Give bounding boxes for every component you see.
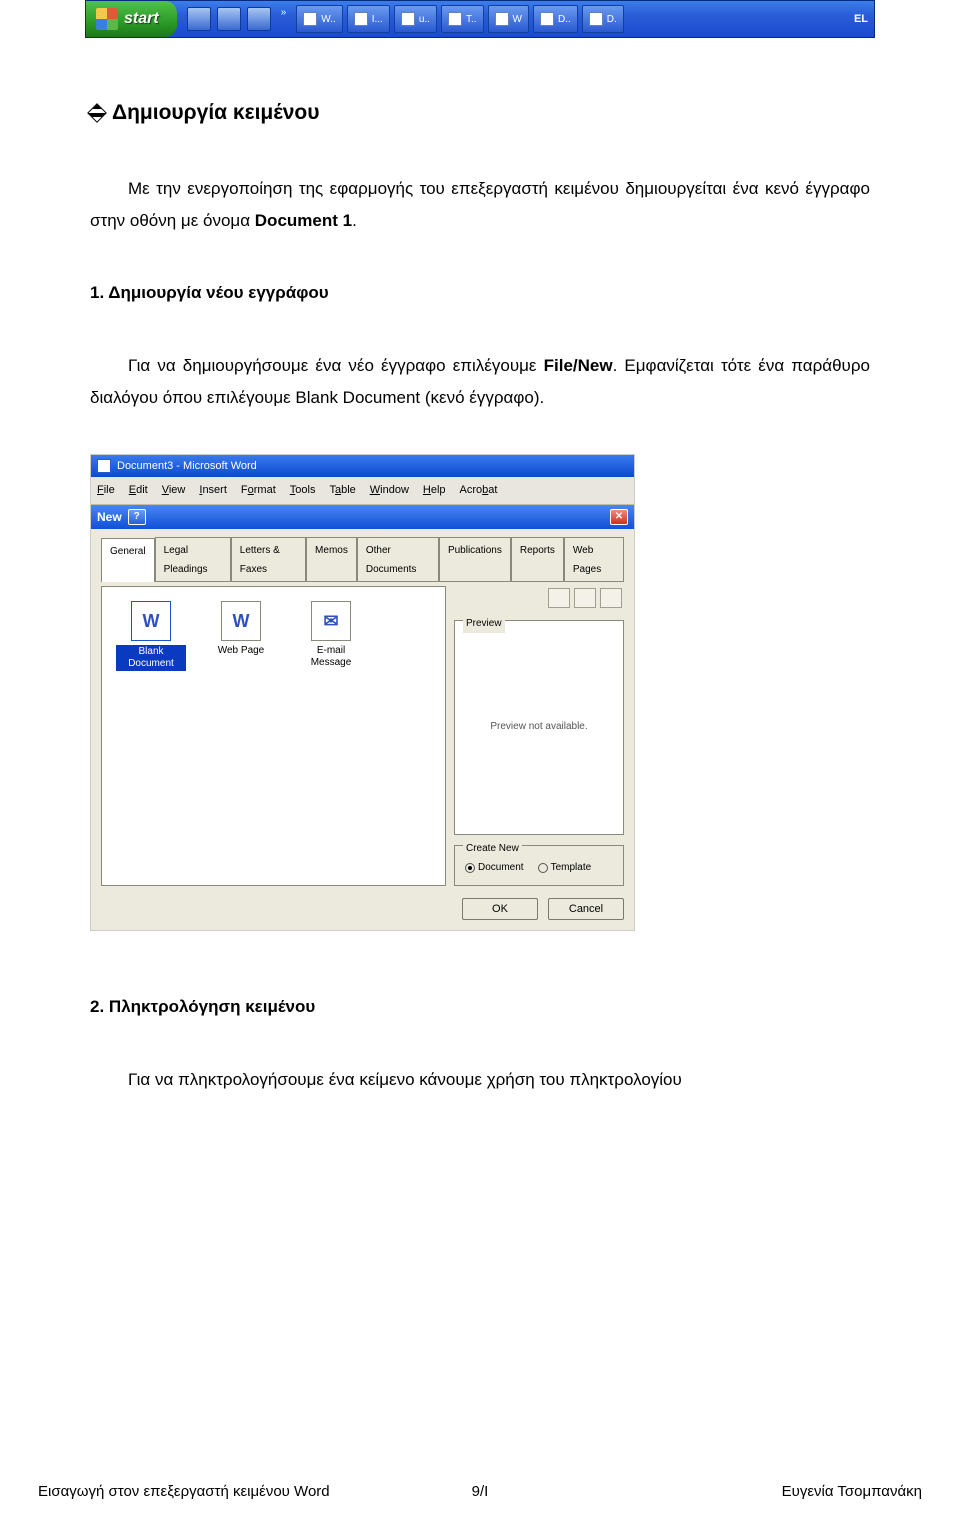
menu-acrobat[interactable]: Acrobat	[460, 480, 498, 501]
task-item[interactable]: W	[488, 5, 529, 33]
tab-webpages[interactable]: Web Pages	[564, 537, 624, 581]
ql-chevron-icon[interactable]: »	[281, 7, 287, 31]
task-item[interactable]: D.	[582, 5, 624, 33]
template-blank-document[interactable]: W Blank Document	[116, 601, 186, 671]
quick-launch: »	[187, 7, 287, 31]
task-item[interactable]: D..	[533, 5, 578, 33]
language-indicator[interactable]: EL	[854, 13, 868, 25]
task-item[interactable]: T..	[441, 5, 484, 33]
close-icon[interactable]: ✕	[610, 509, 628, 525]
task-item[interactable]: W..	[296, 5, 342, 33]
menu-window[interactable]: Window	[370, 480, 409, 501]
section-heading: Δημιουργία κειμένου	[112, 93, 319, 133]
bullet-icon	[87, 103, 107, 123]
page-body: Δημιουργία κειμένου Με την ενεργοποίηση …	[0, 38, 960, 1096]
word-menu-bar: File Edit View Insert Format Tools Table…	[91, 477, 634, 505]
create-new-group: Create New Document Template	[454, 845, 624, 886]
page-footer: Εισαγωγή στον επεξεργαστή κειμένου Word …	[0, 1483, 960, 1500]
start-button[interactable]: start	[86, 1, 177, 37]
windows-logo-icon	[96, 8, 118, 30]
new-dialog-figure: Document3 - Microsoft Word File Edit Vie…	[90, 454, 635, 931]
menu-format[interactable]: Format	[241, 480, 276, 501]
subsection-1-heading: 1. Δημιουργία νέου εγγράφου	[90, 277, 870, 309]
ql-icon[interactable]	[247, 7, 271, 31]
radio-document[interactable]: Document	[465, 858, 524, 877]
ql-icon[interactable]	[187, 7, 211, 31]
tab-other[interactable]: Other Documents	[357, 537, 439, 581]
menu-table[interactable]: Table	[329, 480, 355, 501]
template-label: Blank Document	[116, 645, 186, 671]
preview-label: Preview	[463, 614, 505, 633]
task-items: W.. I... u.. T.. W D.. D.	[296, 5, 624, 33]
menu-tools[interactable]: Tools	[290, 480, 316, 501]
template-email[interactable]: ✉ E-mail Message	[296, 601, 366, 671]
menu-insert[interactable]: Insert	[199, 480, 227, 501]
subsection-2-heading: 2. Πληκτρολόγηση κειμένου	[90, 991, 870, 1023]
tab-publications[interactable]: Publications	[439, 537, 511, 581]
help-icon[interactable]: ?	[128, 509, 146, 525]
word-icon	[97, 459, 111, 473]
view-switcher	[454, 586, 624, 610]
ok-button[interactable]: OK	[462, 898, 538, 920]
template-label: E-mail Message	[296, 645, 366, 669]
view-large-icon[interactable]	[548, 588, 570, 608]
template-pane: W Blank Document W Web Page ✉ E-mail Mes…	[101, 586, 446, 886]
tab-memos[interactable]: Memos	[306, 537, 357, 581]
tab-letters[interactable]: Letters & Faxes	[231, 537, 306, 581]
footer-center: 9/Ι	[472, 1483, 489, 1500]
intro-paragraph: Με την ενεργοποίηση της εφαρμογής του επ…	[90, 173, 870, 238]
word-title: Document3 - Microsoft Word	[117, 456, 257, 477]
task-item[interactable]: u..	[394, 5, 437, 33]
tab-legal[interactable]: Legal Pleadings	[155, 537, 231, 581]
template-web-page[interactable]: W Web Page	[206, 601, 276, 671]
view-list-icon[interactable]	[574, 588, 596, 608]
new-dialog-body: General Legal Pleadings Letters & Faxes …	[91, 529, 634, 930]
new-dialog-titlebar: New ? ✕	[91, 505, 634, 529]
view-details-icon[interactable]	[600, 588, 622, 608]
cancel-button[interactable]: Cancel	[548, 898, 624, 920]
footer-left: Εισαγωγή στον επεξεργαστή κειμένου Word	[38, 1483, 330, 1500]
web-page-icon: W	[221, 601, 261, 641]
menu-view[interactable]: View	[162, 480, 186, 501]
preview-message: Preview not available.	[455, 717, 623, 736]
tab-reports[interactable]: Reports	[511, 537, 564, 581]
task-item[interactable]: I...	[347, 5, 390, 33]
subsection-2-para: Για να πληκτρολογήσουμε ένα κείμενο κάνο…	[90, 1064, 870, 1096]
section-title: Δημιουργία κειμένου	[90, 93, 870, 133]
dialog-tabs: General Legal Pleadings Letters & Faxes …	[101, 537, 624, 582]
menu-edit[interactable]: Edit	[129, 480, 148, 501]
template-label: Web Page	[218, 645, 265, 657]
email-icon: ✉	[311, 601, 351, 641]
radio-template[interactable]: Template	[538, 858, 592, 877]
subsection-1-para: Για να δημιουργήσουμε ένα νέο έγγραφο επ…	[90, 350, 870, 415]
ql-icon[interactable]	[217, 7, 241, 31]
preview-group: Preview Preview not available.	[454, 620, 624, 835]
xp-taskbar: start » W.. I... u.. T.. W D.. D. EL	[85, 0, 875, 38]
create-new-label: Create New	[463, 839, 522, 858]
word-title-bar: Document3 - Microsoft Word	[91, 455, 634, 477]
new-dialog-title: New	[97, 506, 122, 529]
menu-help[interactable]: Help	[423, 480, 446, 501]
start-label: start	[124, 10, 159, 28]
tab-general[interactable]: General	[101, 538, 155, 582]
word-doc-icon: W	[131, 601, 171, 641]
footer-right: Ευγενία Τσομπανάκη	[782, 1483, 922, 1500]
menu-file[interactable]: File	[97, 480, 115, 501]
